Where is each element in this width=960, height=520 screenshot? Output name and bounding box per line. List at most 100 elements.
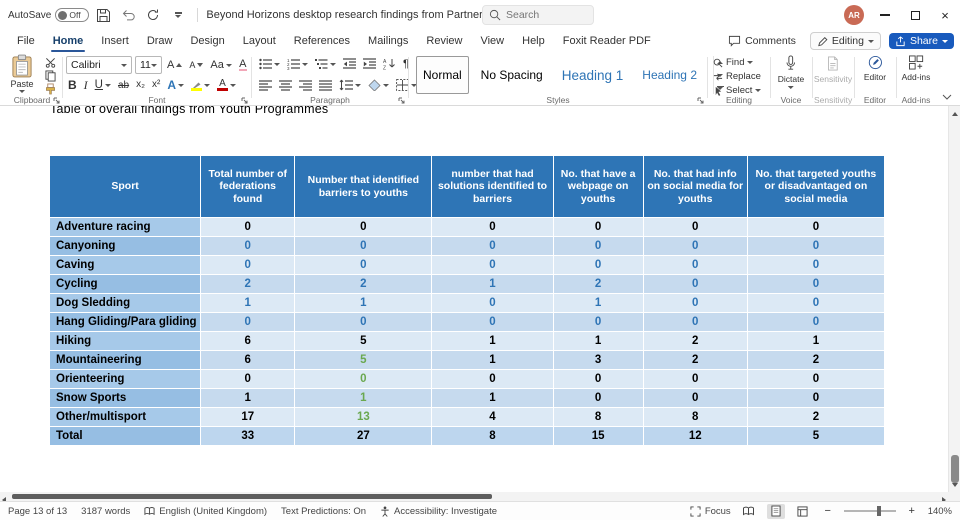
font-size-select[interactable]: 11 [135, 56, 162, 74]
quick-access-customize-button[interactable] [167, 3, 189, 27]
style-normal[interactable]: Normal [416, 56, 469, 94]
vertical-scrollbar[interactable] [948, 106, 960, 492]
save-button[interactable] [92, 3, 114, 27]
editor-button[interactable]: Editor [864, 55, 886, 82]
table-row: Snow Sports 1 1 1 0 0 0 [48, 388, 886, 408]
scroll-up-button[interactable] [949, 107, 960, 120]
find-button[interactable]: Find [713, 57, 754, 68]
style-no-spacing[interactable]: No Spacing [474, 56, 550, 94]
word-count[interactable]: 3187 words [81, 506, 130, 517]
undo-button[interactable] [117, 3, 139, 27]
align-right-button[interactable] [297, 77, 314, 93]
zoom-slider[interactable] [843, 506, 896, 516]
comments-button[interactable]: Comments [722, 33, 802, 49]
autosave-toggle[interactable]: AutoSave Off [8, 8, 90, 22]
focus-button[interactable]: Focus [690, 506, 731, 517]
paragraph-dialog-launcher[interactable] [398, 97, 405, 104]
format-painter-button[interactable] [42, 82, 58, 95]
close-button[interactable]: × [930, 0, 960, 30]
accessibility-checker[interactable]: Accessibility: Investigate [380, 506, 497, 517]
cut-button[interactable] [42, 56, 58, 69]
maximize-button[interactable] [900, 0, 930, 30]
text-effects-button[interactable]: A [165, 77, 186, 93]
language-indicator[interactable]: English (United Kingdom) [144, 506, 267, 517]
zoom-level[interactable]: 140% [928, 506, 952, 517]
zoom-in-button[interactable]: + [905, 504, 919, 518]
page-indicator[interactable]: Page 13 of 13 [8, 506, 67, 517]
document-canvas[interactable]: Table of overall findings from Youth Pro… [0, 106, 948, 492]
shading-button[interactable] [366, 77, 391, 93]
grow-font-button[interactable]: A [165, 57, 184, 73]
font-dialog-launcher[interactable] [241, 97, 248, 104]
web-layout-button[interactable] [794, 504, 812, 519]
strikethrough-button[interactable]: ab [116, 77, 131, 93]
paste-button[interactable]: Paste [6, 54, 38, 93]
decrease-indent-button[interactable] [341, 56, 358, 72]
horizontal-scrollbar[interactable] [0, 492, 948, 503]
sort-button[interactable]: AZ [381, 56, 398, 72]
addins-button[interactable]: Add-ins [902, 55, 930, 82]
value-cell: 0 [642, 255, 748, 275]
tab-help[interactable]: Help [513, 30, 554, 52]
styles-dialog-launcher[interactable] [697, 97, 704, 104]
horizontal-scroll-thumb[interactable] [12, 494, 492, 499]
editing-mode-label: Editing [831, 35, 864, 47]
print-layout-button[interactable] [766, 503, 785, 519]
findings-table[interactable]: Sport Total number of federations found Nu… [48, 155, 886, 446]
collapse-ribbon-button[interactable] [942, 94, 952, 100]
clear-formatting-button[interactable]: A [237, 57, 249, 73]
search-box[interactable] [482, 5, 594, 25]
clipboard-dialog-launcher[interactable] [53, 97, 60, 104]
subscript-button[interactable]: x₂ [134, 77, 147, 93]
highlight-color-button[interactable] [189, 77, 212, 93]
sensitivity-label: Sensitivity [813, 74, 853, 84]
autosave-switch[interactable]: Off [55, 8, 90, 22]
align-center-button[interactable] [277, 77, 294, 93]
replace-button[interactable]: Replace [713, 71, 761, 82]
comments-label: Comments [745, 35, 796, 47]
zoom-slider-thumb[interactable] [876, 506, 881, 516]
font-color-button[interactable]: A [215, 77, 238, 93]
style-heading-2[interactable]: Heading 2 [635, 56, 704, 94]
tab-insert[interactable]: Insert [92, 30, 138, 52]
scroll-down-button[interactable] [949, 478, 960, 491]
read-mode-button[interactable] [740, 504, 758, 519]
search-input[interactable] [506, 9, 578, 21]
tab-mailings[interactable]: Mailings [359, 30, 417, 52]
tab-references[interactable]: References [285, 30, 359, 52]
font-name-select[interactable]: Calibri [66, 56, 132, 74]
bold-button[interactable]: B [66, 77, 79, 93]
increase-indent-button[interactable] [361, 56, 378, 72]
share-button[interactable]: Share [888, 33, 954, 49]
align-left-button[interactable] [257, 77, 274, 93]
tab-draw[interactable]: Draw [138, 30, 182, 52]
redo-button[interactable] [142, 3, 164, 27]
justify-button[interactable] [317, 77, 334, 93]
dictate-button[interactable]: Dictate [778, 55, 804, 89]
tab-file[interactable]: File [8, 30, 44, 52]
text-predictions-indicator[interactable]: Text Predictions: On [281, 506, 366, 517]
editing-mode-button[interactable]: Editing [809, 32, 881, 50]
copy-button[interactable] [42, 69, 58, 82]
zoom-out-button[interactable]: − [821, 504, 835, 518]
tab-review[interactable]: Review [417, 30, 471, 52]
share-label: Share [909, 35, 938, 47]
line-spacing-button[interactable] [337, 77, 363, 93]
avatar[interactable]: AR [844, 5, 864, 25]
bullets-button[interactable] [257, 56, 282, 72]
superscript-button[interactable]: x² [150, 77, 162, 93]
multilevel-list-button[interactable] [313, 56, 338, 72]
shrink-font-button[interactable]: A [187, 57, 205, 73]
minimize-button[interactable] [870, 0, 900, 30]
value-cell: 5 [294, 350, 433, 370]
tab-design[interactable]: Design [181, 30, 233, 52]
tab-layout[interactable]: Layout [234, 30, 285, 52]
underline-button[interactable]: U [93, 77, 113, 93]
tab-home[interactable]: Home [44, 30, 93, 52]
tab-foxit-reader-pdf[interactable]: Foxit Reader PDF [554, 30, 660, 52]
numbering-button[interactable]: 123 [285, 56, 310, 72]
style-heading-1[interactable]: Heading 1 [555, 56, 631, 94]
change-case-button[interactable]: Aa [208, 57, 233, 73]
italic-button[interactable]: I [82, 77, 90, 93]
tab-view[interactable]: View [471, 30, 513, 52]
